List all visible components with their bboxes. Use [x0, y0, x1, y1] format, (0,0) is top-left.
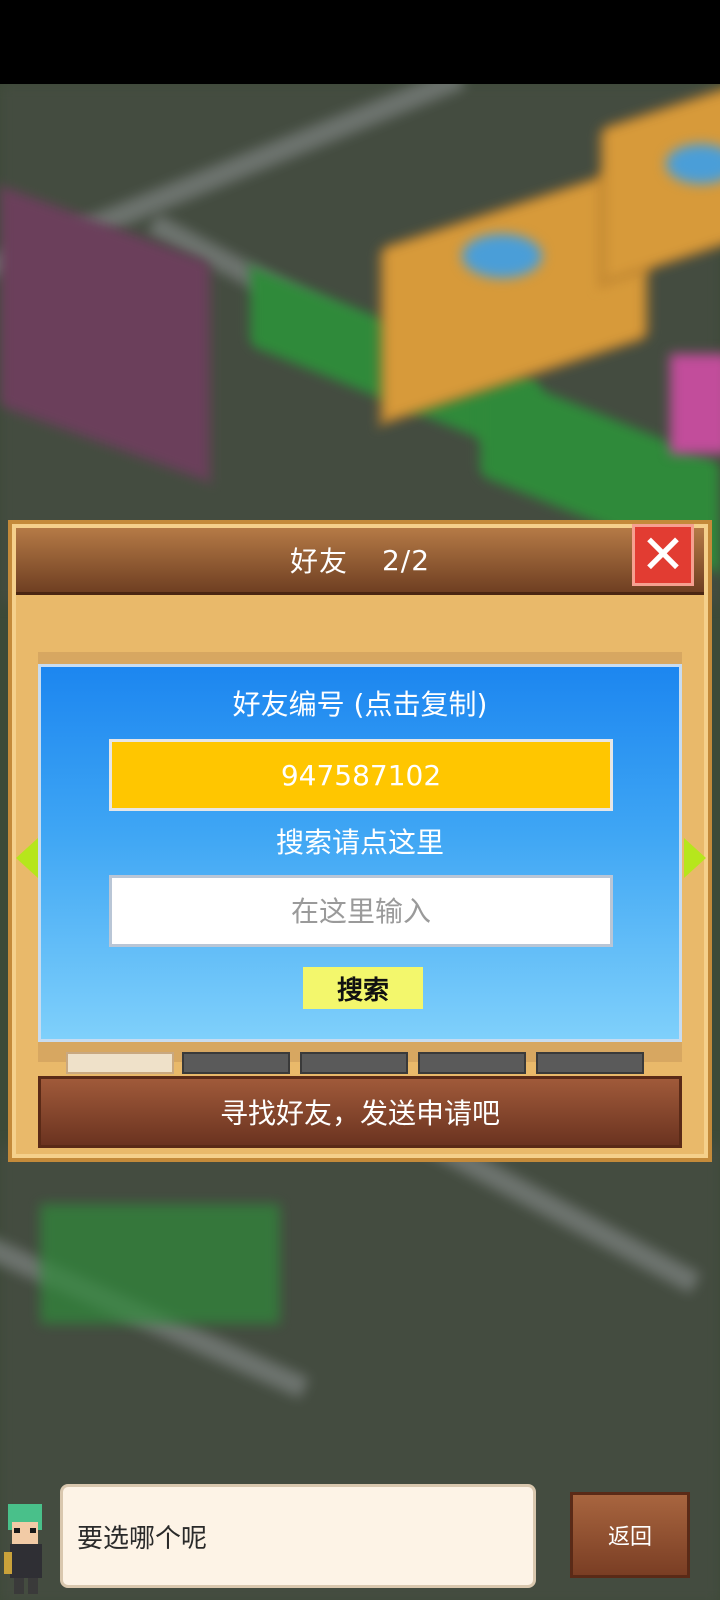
speech-bubble: 要选哪个呢 [60, 1484, 536, 1588]
dialog-header: 好友 2/2 [16, 528, 704, 595]
next-page-arrow-icon[interactable] [684, 838, 706, 878]
find-friends-banner[interactable]: 寻找好友，发送申请吧 [38, 1076, 682, 1148]
back-button[interactable]: 返回 [570, 1492, 690, 1578]
friend-slot[interactable] [536, 1052, 644, 1074]
search-label: 搜索请点这里 [275, 826, 444, 859]
friend-slot[interactable] [182, 1052, 290, 1074]
dialog-title: 好友 [289, 545, 348, 578]
character-avatar-icon [4, 1504, 42, 1594]
friend-slot[interactable] [66, 1052, 174, 1074]
close-button[interactable]: ✕ [632, 524, 694, 586]
status-bar [0, 0, 720, 84]
friend-id-value: 947587102 [280, 758, 442, 792]
close-icon: ✕ [640, 523, 686, 586]
friend-slot[interactable] [418, 1052, 526, 1074]
friend-id-copy-box[interactable]: 947587102 [109, 739, 613, 811]
search-button[interactable]: 搜索 [303, 967, 423, 1009]
friend-slot[interactable] [300, 1052, 408, 1074]
search-input[interactable] [109, 875, 613, 947]
friend-id-label: 好友编号 (点击复制) [232, 688, 488, 721]
speech-text: 要选哪个呢 [77, 1523, 208, 1554]
friend-search-panel: 好友编号 (点击复制) 947587102 搜索请点这里 搜索 [38, 664, 682, 1042]
page-indicator: 2/2 [381, 543, 431, 577]
previous-page-arrow-icon[interactable] [16, 838, 38, 878]
